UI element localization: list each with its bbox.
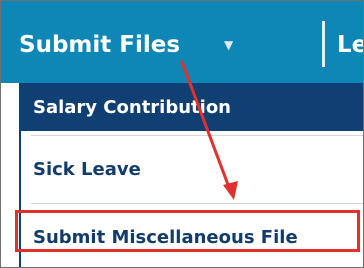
next-nav-label: Le [337, 32, 363, 58]
highlight-callout-box [15, 210, 360, 252]
submit-files-label: Submit Files [19, 32, 181, 58]
next-nav-menu[interactable]: Le [337, 21, 363, 69]
menu-item-label: Salary Contribution [33, 96, 231, 118]
menu-item-sick-leave[interactable]: Sick Leave [21, 141, 363, 197]
menu-item-salary-contribution[interactable]: Salary Contribution [21, 83, 363, 131]
submit-files-menu[interactable]: Submit Files ▼ [19, 21, 233, 69]
menu-item-label: Sick Leave [33, 158, 141, 180]
top-navbar: Submit Files ▼ Le [1, 1, 363, 83]
menu-divider [31, 135, 363, 136]
menu-divider [31, 203, 363, 204]
nav-divider [322, 21, 325, 67]
chevron-down-icon: ▼ [224, 38, 234, 52]
